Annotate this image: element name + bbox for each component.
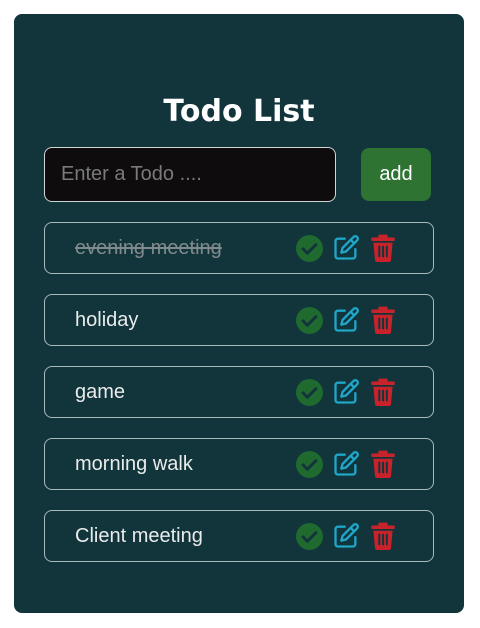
trash-icon[interactable] bbox=[369, 378, 397, 406]
todo-item: holiday bbox=[44, 294, 434, 346]
trash-icon[interactable] bbox=[369, 306, 397, 334]
edit-icon[interactable] bbox=[332, 306, 360, 334]
check-circle-icon[interactable] bbox=[295, 522, 323, 550]
todo-card: Todo List add evening meeting holiday ga… bbox=[14, 14, 464, 613]
todo-item: game bbox=[44, 366, 434, 418]
todo-list: evening meeting holiday game morning wal… bbox=[44, 222, 434, 582]
todo-actions bbox=[295, 522, 406, 550]
check-circle-icon[interactable] bbox=[295, 306, 323, 334]
edit-icon[interactable] bbox=[332, 522, 360, 550]
todo-actions bbox=[295, 234, 406, 262]
edit-icon[interactable] bbox=[332, 378, 360, 406]
page-title: Todo List bbox=[163, 94, 315, 129]
check-circle-icon[interactable] bbox=[295, 450, 323, 478]
trash-icon[interactable] bbox=[369, 522, 397, 550]
check-circle-icon[interactable] bbox=[295, 234, 323, 262]
todo-item: Client meeting bbox=[44, 510, 434, 562]
todo-actions bbox=[295, 306, 406, 334]
add-button[interactable]: add bbox=[361, 148, 431, 201]
todo-text: game bbox=[75, 381, 126, 403]
edit-icon[interactable] bbox=[332, 234, 360, 262]
todo-text: morning walk bbox=[75, 453, 193, 475]
trash-icon[interactable] bbox=[369, 234, 397, 262]
todo-item: evening meeting bbox=[44, 222, 434, 274]
todo-text: evening meeting bbox=[75, 237, 222, 259]
edit-icon[interactable] bbox=[332, 450, 360, 478]
check-circle-icon[interactable] bbox=[295, 378, 323, 406]
todo-actions bbox=[295, 378, 406, 406]
todo-input[interactable] bbox=[44, 147, 336, 202]
todo-text: Client meeting bbox=[75, 525, 203, 547]
todo-actions bbox=[295, 450, 406, 478]
todo-item: morning walk bbox=[44, 438, 434, 490]
todo-text: holiday bbox=[75, 309, 139, 331]
trash-icon[interactable] bbox=[369, 450, 397, 478]
